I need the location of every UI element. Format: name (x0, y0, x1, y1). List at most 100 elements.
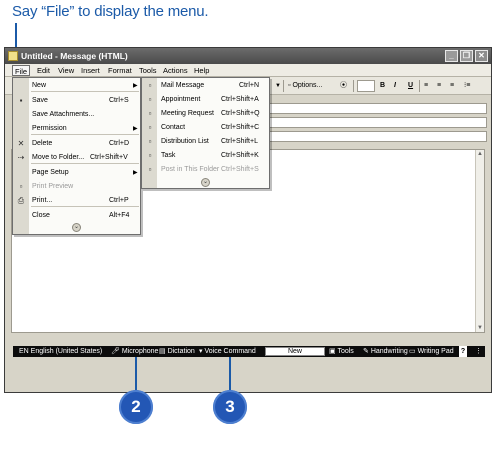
blank-icon (16, 124, 26, 134)
menu-item-shortcut: Alt+F4 (109, 212, 130, 219)
vertical-scrollbar[interactable]: ▲ ▼ (475, 150, 484, 332)
dropdown-arrow-icon[interactable]: ▼ (275, 80, 281, 92)
file-menu-item-print-preview: ▫ Print Preview (13, 180, 140, 194)
menu-item-label: Close (32, 212, 50, 219)
minimize-button[interactable]: _ (445, 50, 458, 62)
restore-button[interactable]: ❐ (460, 50, 473, 62)
tools-button[interactable]: ▣ Tools (329, 346, 354, 357)
bullets-icon[interactable]: ⁝≡ (464, 80, 470, 92)
handwriting-label: Handwriting (370, 348, 408, 355)
menu-item-shortcut: Ctrl+Shift+K (221, 152, 259, 159)
menu-item-label: Mail Message (161, 82, 205, 89)
close-button[interactable]: ✕ (475, 50, 488, 62)
menu-help[interactable]: Help (192, 65, 211, 76)
expand-menu-icon[interactable]: ⌄ (72, 223, 81, 232)
blank-icon (16, 110, 26, 120)
cc-field[interactable] (255, 117, 487, 128)
callout-leader-line-2 (135, 357, 137, 391)
print-icon: ⎙ (17, 196, 25, 205)
menu-item-label: Post in This Folder (161, 166, 220, 173)
file-menu: New ▶ ▪ Save Ctrl+S Save Attachments... Permis… (12, 77, 141, 235)
menu-tools[interactable]: Tools (137, 65, 159, 76)
file-menu-item-save[interactable]: ▪ Save Ctrl+S (13, 94, 140, 108)
new-submenu-item-distribution-list[interactable]: ▫ Distribution List Ctrl+Shift+L (142, 135, 269, 149)
submenu-arrow-icon: ▶ (133, 170, 138, 176)
writing-pad-icon: ▭ (409, 348, 418, 355)
handwriting-icon: ✎ (363, 348, 371, 355)
item-type-icon: ▫ (148, 123, 152, 132)
options-button[interactable]: ▫ Options... (288, 80, 322, 92)
language-bar-options-icon[interactable]: ⋮ (475, 346, 482, 357)
menu-item-label: Save (32, 97, 48, 104)
writing-pad-button[interactable]: ▭ Writing Pad (409, 346, 454, 357)
menu-view[interactable]: View (56, 65, 76, 76)
voice-command-label: Voice Command (204, 348, 256, 355)
menu-file[interactable]: File (12, 65, 31, 76)
menu-item-label: Delete (32, 140, 53, 147)
step-badge-2: 2 (119, 390, 153, 424)
subject-field[interactable] (255, 131, 487, 142)
italic-button[interactable]: I (394, 80, 396, 92)
menu-format[interactable]: Format (106, 65, 134, 76)
expand-menu-icon[interactable]: ⌄ (201, 178, 210, 187)
help-icon[interactable]: ⦿ (340, 80, 347, 92)
menu-item-shortcut: Ctrl+Shift+S (221, 166, 259, 173)
language-indicator[interactable]: EN English (United States) (19, 346, 102, 357)
menu-item-label: Contact (161, 124, 186, 131)
microphone-label: Microphone (121, 348, 159, 355)
dictation-button[interactable]: ▤ Dictation (159, 346, 195, 357)
file-menu-item-close[interactable]: Close Alt+F4 (13, 209, 140, 223)
menu-separator (31, 91, 139, 92)
menu-item-shortcut: Ctrl+S (109, 97, 129, 104)
new-submenu-item-meeting-request[interactable]: ▫ Meeting Request Ctrl+Shift+Q (142, 107, 269, 121)
menu-edit[interactable]: Edit (35, 65, 52, 76)
file-menu-item-page-setup[interactable]: Page Setup ▶ (13, 166, 140, 180)
new-submenu-item-mail-message[interactable]: ▫ Mail Message Ctrl+N (142, 79, 269, 93)
toolbar-separator (283, 80, 284, 92)
dictation-icon: ▤ (159, 348, 168, 355)
file-menu-item-save-attachments[interactable]: Save Attachments... (13, 108, 140, 122)
menu-bar: File Edit View Insert Format Tools Actio… (5, 64, 491, 77)
align-center-icon[interactable]: ≡ (437, 80, 441, 92)
new-submenu: ▫ Mail Message Ctrl+N ▫ Appointment Ctrl+Shif… (141, 77, 270, 189)
to-field[interactable] (255, 103, 487, 114)
underline-button[interactable]: U (408, 80, 413, 92)
message-icon (8, 51, 18, 61)
dictation-label: Dictation (167, 348, 195, 355)
microphone-button[interactable]: 🎤︎ Microphone (111, 346, 158, 357)
handwriting-button[interactable]: ✎ Handwriting (363, 346, 408, 357)
font-size-box[interactable] (357, 80, 375, 92)
menu-separator (31, 206, 139, 207)
menu-item-label: Print Preview (32, 183, 74, 190)
menu-item-label: Meeting Request (161, 110, 214, 117)
menu-insert[interactable]: Insert (79, 65, 102, 76)
item-type-icon: ▫ (148, 151, 152, 160)
delete-icon: ✕ (17, 139, 25, 148)
writing-pad-label: Writing Pad (417, 348, 454, 355)
scroll-down-icon[interactable]: ▼ (477, 325, 483, 331)
step-badge-3: 3 (213, 390, 247, 424)
move-icon: ⇢ (17, 153, 25, 162)
toolbar-separator (419, 80, 420, 92)
align-right-icon[interactable]: ≡ (450, 80, 454, 92)
new-submenu-item-contact[interactable]: ▫ Contact Ctrl+Shift+C (142, 121, 269, 135)
voice-command-button[interactable]: ▾ Voice Command (199, 346, 256, 357)
new-submenu-item-appointment[interactable]: ▫ Appointment Ctrl+Shift+A (142, 93, 269, 107)
menu-item-label: Task (161, 152, 176, 159)
menu-actions[interactable]: Actions (161, 65, 190, 76)
item-type-icon: ▫ (148, 95, 152, 104)
scroll-up-icon[interactable]: ▲ (477, 151, 483, 157)
callout-leader-line-3 (229, 357, 231, 391)
language-bar-help-button[interactable]: ? (459, 346, 467, 357)
title-bar[interactable]: Untitled - Message (HTML) _ ❐ ✕ (5, 48, 491, 64)
file-menu-item-delete[interactable]: ✕ Delete Ctrl+D (13, 137, 140, 151)
window-title: Untitled - Message (HTML) (21, 51, 128, 61)
callout-caption: Say “File” to display the menu. (12, 3, 209, 20)
new-submenu-item-task[interactable]: ▫ Task Ctrl+Shift+K (142, 149, 269, 163)
menu-item-label: Distribution List (161, 138, 209, 145)
menu-item-shortcut: Ctrl+Shift+L (221, 138, 258, 145)
blank-icon (16, 211, 26, 221)
bold-button[interactable]: B (380, 80, 385, 92)
item-type-icon: ▫ (148, 109, 152, 118)
align-left-icon[interactable]: ≡ (424, 80, 428, 92)
